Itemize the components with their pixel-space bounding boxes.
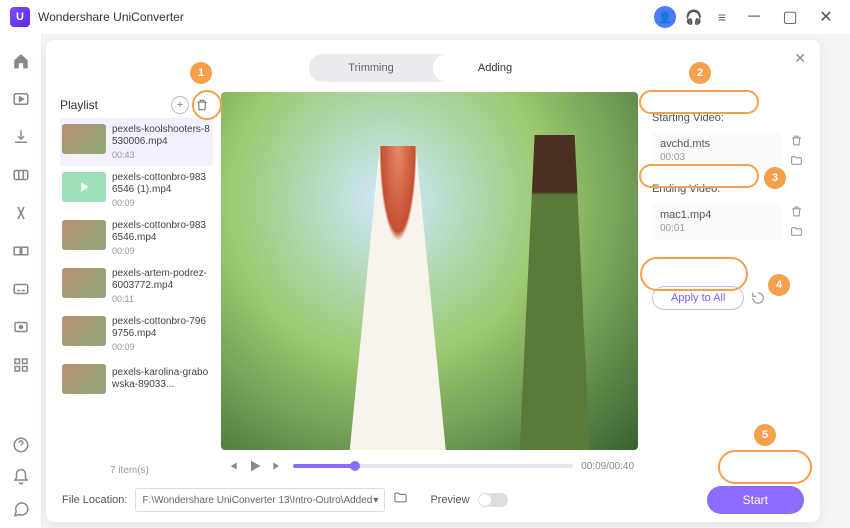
thumb-icon: [62, 172, 106, 202]
mode-segment: Trimming Adding: [309, 54, 557, 82]
chevron-down-icon: ▾: [373, 495, 378, 506]
list-item[interactable]: pexels-cottonbro-7969756.mp400:09: [60, 310, 213, 358]
play-button[interactable]: [247, 458, 263, 474]
thumb-icon: [62, 268, 106, 298]
file-location-label: File Location:: [62, 494, 127, 506]
subtitle-icon[interactable]: [11, 280, 31, 298]
browse-ending-icon[interactable]: [788, 224, 804, 240]
feedback-icon[interactable]: [11, 500, 31, 518]
toolbox-icon[interactable]: [11, 356, 31, 374]
download-icon[interactable]: [11, 128, 31, 146]
edit-icon[interactable]: [11, 204, 31, 222]
support-icon[interactable]: 🎧: [684, 7, 704, 27]
player-controls: 00:09/00:40: [221, 450, 638, 476]
preview-label: Preview: [430, 494, 469, 506]
ending-video-label: Ending Video:: [652, 183, 804, 195]
player-icon[interactable]: [11, 90, 31, 108]
playlist-title: Playlist: [60, 98, 169, 112]
list-item[interactable]: pexels-cottonbro-9836546.mp400:09: [60, 214, 213, 262]
left-nav: [0, 34, 42, 528]
starting-video-box: avchd.mts 00:03: [652, 132, 782, 169]
ending-video-box: mac1.mp4 00:01: [652, 203, 782, 240]
delete-ending-icon[interactable]: [788, 204, 804, 220]
merge-icon[interactable]: [11, 242, 31, 260]
list-item[interactable]: pexels-artem-podrez-6003772.mp400:11: [60, 262, 213, 310]
settings-panel: Starting Video: avchd.mts 00:03 Ending V…: [646, 92, 806, 476]
time-label: 00:09/00:40: [581, 461, 634, 472]
reset-icon[interactable]: [750, 290, 766, 306]
home-icon[interactable]: [11, 52, 31, 70]
video-preview[interactable]: [221, 92, 638, 450]
thumb-icon: [62, 364, 106, 394]
intro-outro-modal: ✕ Trimming Adding Playlist + pexels-kool…: [46, 40, 820, 522]
tab-adding[interactable]: Adding: [433, 54, 557, 82]
record-icon[interactable]: [11, 318, 31, 336]
titlebar: U Wondershare UniConverter 👤 🎧 ≡ ─ ▢ ✕: [0, 0, 850, 34]
thumb-icon: [62, 220, 106, 250]
browse-location-icon[interactable]: [393, 490, 408, 510]
thumb-icon: [62, 316, 106, 346]
list-item[interactable]: pexels-cottonbro-9836546 (1).mp400:09: [60, 166, 213, 214]
delete-starting-icon[interactable]: [788, 133, 804, 149]
preview-toggle[interactable]: [478, 493, 508, 507]
help-icon[interactable]: [11, 436, 31, 454]
file-location-input[interactable]: F:\Wondershare UniConverter 13\Intro-Out…: [135, 488, 385, 512]
tab-trimming[interactable]: Trimming: [309, 54, 433, 82]
start-button[interactable]: Start: [707, 486, 804, 514]
preview-panel: 00:09/00:40: [221, 92, 638, 476]
maximize-button[interactable]: ▢: [776, 7, 804, 27]
thumb-icon: [62, 124, 106, 154]
app-title: Wondershare UniConverter: [38, 10, 654, 24]
bell-icon[interactable]: [11, 468, 31, 486]
app-logo: U: [10, 7, 30, 27]
compress-icon[interactable]: [11, 166, 31, 184]
list-item[interactable]: pexels-karolina-grabowska-89033...: [60, 358, 213, 400]
minimize-button[interactable]: ─: [740, 7, 768, 27]
close-modal-icon[interactable]: ✕: [794, 50, 806, 67]
add-file-button[interactable]: +: [169, 94, 191, 116]
prev-button[interactable]: [225, 459, 239, 473]
progress-bar[interactable]: [293, 464, 573, 468]
apply-to-all-button[interactable]: Apply to All: [652, 286, 744, 310]
starting-video-label: Starting Video:: [652, 112, 804, 124]
browse-starting-icon[interactable]: [788, 153, 804, 169]
menu-icon[interactable]: ≡: [712, 7, 732, 27]
footer: File Location: F:\Wondershare UniConvert…: [60, 476, 806, 514]
list-item[interactable]: pexels-koolshooters-8530006.mp400:43: [60, 118, 213, 166]
user-avatar-icon[interactable]: 👤: [654, 6, 676, 28]
close-button[interactable]: ✕: [812, 7, 840, 27]
playlist-panel: Playlist + pexels-koolshooters-8530006.m…: [60, 92, 213, 476]
next-button[interactable]: [271, 459, 285, 473]
delete-file-button[interactable]: [191, 94, 213, 116]
playlist-count: 7 item(s): [60, 463, 213, 476]
playlist-list: pexels-koolshooters-8530006.mp400:43 pex…: [60, 118, 213, 463]
